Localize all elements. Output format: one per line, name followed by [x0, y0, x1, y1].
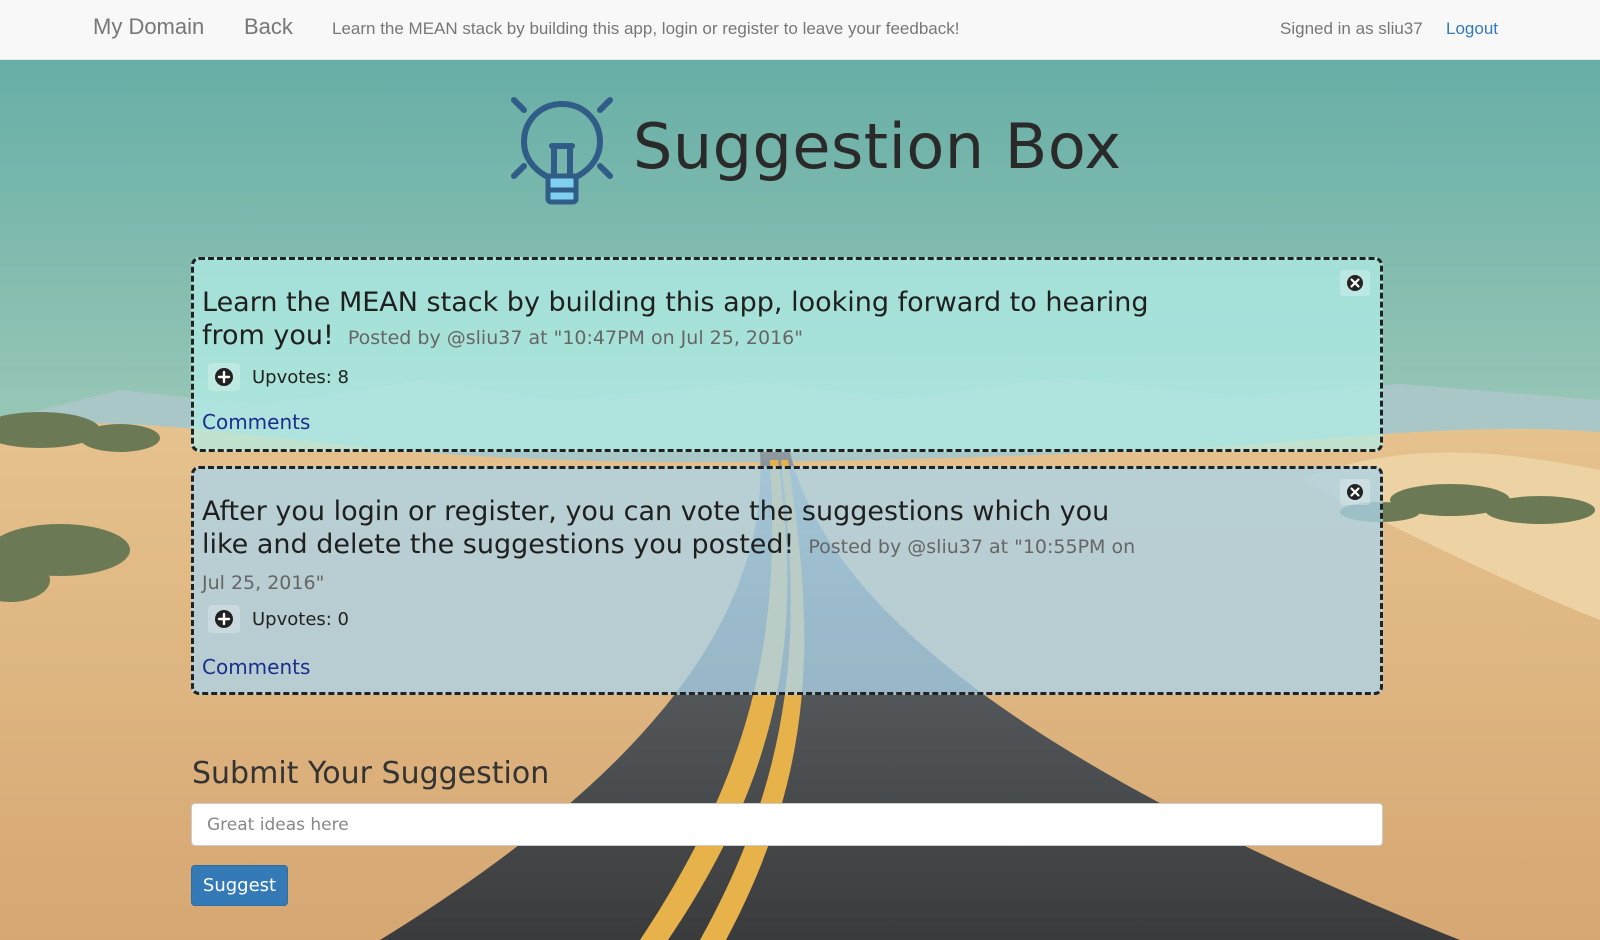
upvote-count: Upvotes: 0 [252, 608, 350, 630]
posted-by-text: Posted by @sliu37 at "10:47PM on Jul 25,… [347, 327, 803, 349]
suggestion-text-block: Learn the MEAN stack by building this ap… [202, 286, 1162, 355]
plus-circle-icon [215, 368, 233, 386]
page-header: Suggestion Box [510, 96, 1121, 211]
suggestion-text-block: After you login or register, you can vot… [202, 495, 1162, 600]
signed-in-text: Signed in as sliu37 [1280, 19, 1423, 38]
upvote-button[interactable] [208, 605, 240, 633]
page-title: Suggestion Box [633, 110, 1122, 183]
back-link[interactable]: Back [244, 14, 293, 40]
suggest-button[interactable]: Suggest [191, 865, 288, 906]
navbar-tagline: Learn the MEAN stack by building this ap… [332, 19, 960, 38]
lightbulb-icon [511, 97, 613, 205]
remove-circle-icon [1347, 275, 1363, 291]
logout-link[interactable]: Logout [1446, 19, 1498, 39]
comments-link[interactable]: Comments [202, 655, 310, 679]
suggestion-card: After you login or register, you can vot… [191, 466, 1383, 695]
delete-suggestion-button[interactable] [1340, 270, 1370, 296]
submit-suggestion-heading: Submit Your Suggestion [192, 756, 550, 791]
suggestion-card: Learn the MEAN stack by building this ap… [191, 257, 1383, 452]
plus-circle-icon [215, 610, 233, 628]
suggestion-input[interactable] [191, 803, 1383, 846]
upvote-button[interactable] [208, 363, 240, 391]
brand-link[interactable]: My Domain [93, 14, 204, 40]
upvote-row: Upvotes: 0 [208, 605, 349, 633]
upvote-count: Upvotes: 8 [252, 366, 350, 388]
upvote-row: Upvotes: 8 [208, 363, 349, 391]
top-navbar: My Domain Back Learn the MEAN stack by b… [0, 0, 1600, 60]
comments-link[interactable]: Comments [202, 410, 310, 434]
delete-suggestion-button[interactable] [1340, 479, 1370, 505]
remove-circle-icon [1347, 484, 1363, 500]
